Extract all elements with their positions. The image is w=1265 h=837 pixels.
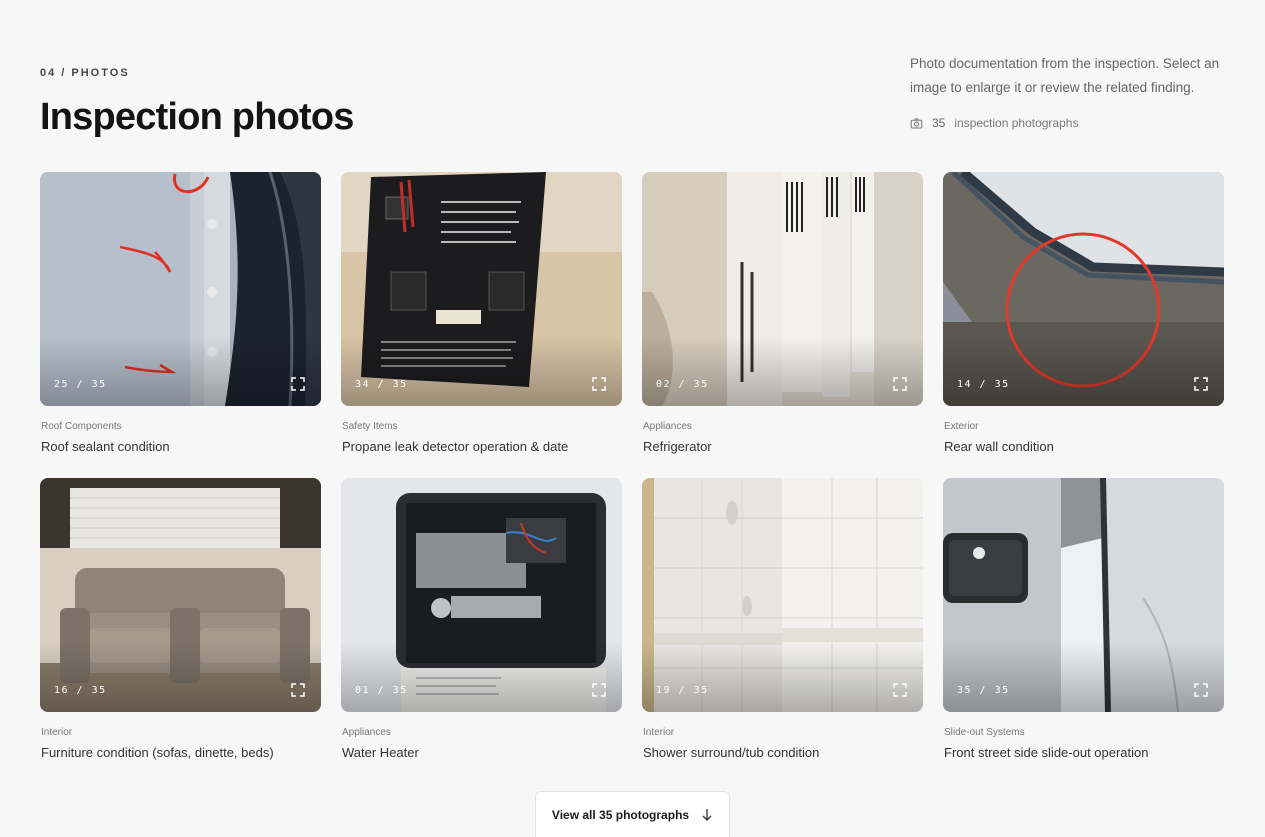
photo-card[interactable]: 19 / 35 Interior Shower surround/tub con… xyxy=(642,478,923,784)
photo-category: Appliances xyxy=(342,727,391,738)
expand-icon[interactable] xyxy=(893,377,907,391)
section-header: 04 / PHOTOS Inspection photos Photo docu… xyxy=(40,0,1225,172)
photo-card[interactable]: 25 / 35 Roof Components Roof sealant con… xyxy=(40,172,321,478)
slide-out-photo xyxy=(943,478,1224,712)
photo-card[interactable]: 02 / 35 Appliances Refrigerator xyxy=(642,172,923,478)
expand-icon[interactable] xyxy=(1194,683,1208,697)
photo-index-badge: 01 / 35 xyxy=(355,685,408,696)
photo-thumbnail[interactable]: 02 / 35 xyxy=(642,172,923,406)
photo-label[interactable]: Water Heater xyxy=(342,745,419,760)
photo-thumbnail[interactable]: 19 / 35 xyxy=(642,478,923,712)
photo-thumbnail[interactable]: 35 / 35 xyxy=(943,478,1224,712)
water-heater-photo xyxy=(341,478,622,712)
photo-card[interactable]: 14 / 35 Exterior Rear wall condition xyxy=(943,172,1224,478)
photo-thumbnail[interactable]: 25 / 35 xyxy=(40,172,321,406)
photo-category: Interior xyxy=(643,727,675,738)
rear-wall-photo xyxy=(943,172,1224,406)
photo-card[interactable]: 35 / 35 Slide-out Systems Front street s… xyxy=(943,478,1224,784)
section-description: Photo documentation from the inspection.… xyxy=(910,56,1220,95)
photo-index-badge: 34 / 35 xyxy=(355,379,408,390)
photo-label[interactable]: Refrigerator xyxy=(643,439,712,454)
expand-icon[interactable] xyxy=(592,683,606,697)
photo-index-badge: 25 / 35 xyxy=(54,379,107,390)
view-all-button[interactable]: View all 35 photographs xyxy=(535,791,730,837)
roof-sealant-photo xyxy=(40,172,321,406)
photo-category: Interior xyxy=(41,727,73,738)
refrigerator-photo xyxy=(642,172,923,406)
photo-category: Roof Components xyxy=(41,421,122,432)
photo-index-badge: 35 / 35 xyxy=(957,685,1010,696)
expand-icon[interactable] xyxy=(1194,377,1208,391)
photo-label[interactable]: Propane leak detector operation & date xyxy=(342,439,568,454)
camera-icon xyxy=(910,117,923,128)
photo-count-number: 35 xyxy=(932,116,946,130)
photo-category: Exterior xyxy=(944,421,979,432)
photo-label[interactable]: Furniture condition (sofas, dinette, bed… xyxy=(41,745,274,760)
furniture-photo xyxy=(40,478,321,712)
photo-index-badge: 14 / 35 xyxy=(957,379,1010,390)
photo-index-badge: 19 / 35 xyxy=(656,685,709,696)
photo-label[interactable]: Front street side slide-out operation xyxy=(944,745,1149,760)
expand-icon[interactable] xyxy=(291,377,305,391)
photo-thumbnail[interactable]: 34 / 35 xyxy=(341,172,622,406)
expand-icon[interactable] xyxy=(592,377,606,391)
section-eyebrow: 04 / PHOTOS xyxy=(40,67,130,79)
photo-card[interactable]: 34 / 35 Safety Items Propane leak detect… xyxy=(341,172,622,478)
page-title: Inspection photos xyxy=(40,96,354,138)
photo-count: 35 inspection photographs xyxy=(910,116,1078,130)
arrow-down-icon xyxy=(702,808,712,821)
photo-category: Appliances xyxy=(643,421,692,432)
expand-icon[interactable] xyxy=(291,683,305,697)
photo-index-badge: 02 / 35 xyxy=(656,379,709,390)
photo-category: Slide-out Systems xyxy=(944,727,1025,738)
photo-thumbnail[interactable]: 14 / 35 xyxy=(943,172,1224,406)
photo-card[interactable]: 01 / 35 Appliances Water Heater xyxy=(341,478,622,784)
photo-thumbnail[interactable]: 16 / 35 xyxy=(40,478,321,712)
photo-thumbnail[interactable]: 01 / 35 xyxy=(341,478,622,712)
expand-icon[interactable] xyxy=(893,683,907,697)
view-all-label: View all 35 photographs xyxy=(551,807,690,822)
shower-photo xyxy=(642,478,923,712)
photo-label[interactable]: Roof sealant condition xyxy=(41,439,170,454)
photo-label[interactable]: Shower surround/tub condition xyxy=(643,745,819,760)
propane-detector-photo xyxy=(341,172,622,406)
photo-category: Safety Items xyxy=(342,421,398,432)
photo-label[interactable]: Rear wall condition xyxy=(944,439,1054,454)
photo-count-label: inspection photographs xyxy=(954,116,1079,130)
photo-card[interactable]: 16 / 35 Interior Furniture condition (so… xyxy=(40,478,321,784)
photo-index-badge: 16 / 35 xyxy=(54,685,107,696)
photo-grid: 25 / 35 Roof Components Roof sealant con… xyxy=(40,172,1225,784)
